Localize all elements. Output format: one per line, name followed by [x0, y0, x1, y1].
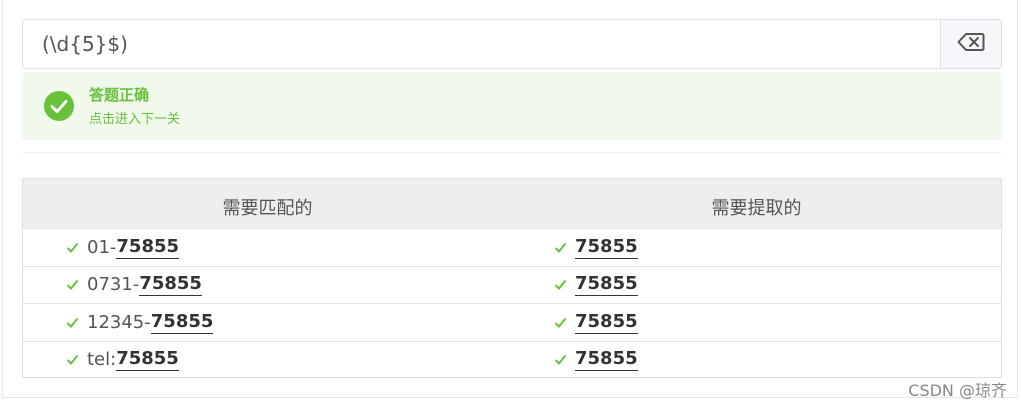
success-alert[interactable]: 答题正确 点击进入下一关: [22, 72, 1002, 140]
matched-text: 75855: [139, 273, 202, 297]
check-icon: [554, 355, 567, 366]
check-icon: [554, 317, 567, 328]
clear-button[interactable]: [940, 20, 1001, 68]
check-icon: [66, 280, 79, 291]
check-icon: [66, 242, 79, 253]
alert-description[interactable]: 点击进入下一关: [89, 108, 180, 127]
alert-title: 答题正确: [89, 86, 150, 104]
row-prefix: tel:: [87, 349, 117, 371]
check-icon: [554, 242, 567, 253]
matched-text: 75855: [116, 348, 179, 372]
extracted-text: 75855: [575, 235, 638, 259]
regex-input-group: [22, 19, 1002, 69]
row-prefix: 01-: [87, 236, 117, 258]
backspace-icon: [957, 32, 985, 56]
check-circle-icon: [43, 90, 75, 126]
check-icon: [554, 280, 567, 291]
matched-text: 75855: [116, 235, 180, 259]
matched-text: 75855: [150, 310, 214, 334]
results-table: 需要匹配的 需要提取的 01- 75855 75855 0731- 75855 75…: [22, 178, 1002, 378]
regex-input[interactable]: [23, 20, 940, 68]
extracted-text: 75855: [575, 310, 638, 334]
table-row: 12345- 75855 75855: [23, 303, 1001, 341]
table-row: 01- 75855 75855: [23, 228, 1001, 266]
table-row: tel: 75855 75855: [23, 340, 1001, 379]
header-match: 需要匹配的: [222, 197, 313, 219]
divider: [22, 152, 1002, 153]
header-extract: 需要提取的: [711, 197, 802, 219]
table-header: 需要匹配的 需要提取的: [23, 179, 1001, 228]
extracted-text: 75855: [575, 273, 638, 297]
extracted-text: 75855: [575, 348, 638, 372]
table-row: 0731- 75855 75855: [23, 265, 1001, 304]
row-prefix: 12345-: [87, 311, 151, 333]
watermark: CSDN @琼齐: [908, 381, 1007, 400]
check-icon: [66, 355, 79, 366]
check-icon: [66, 317, 79, 328]
row-prefix: 0731-: [87, 274, 140, 296]
